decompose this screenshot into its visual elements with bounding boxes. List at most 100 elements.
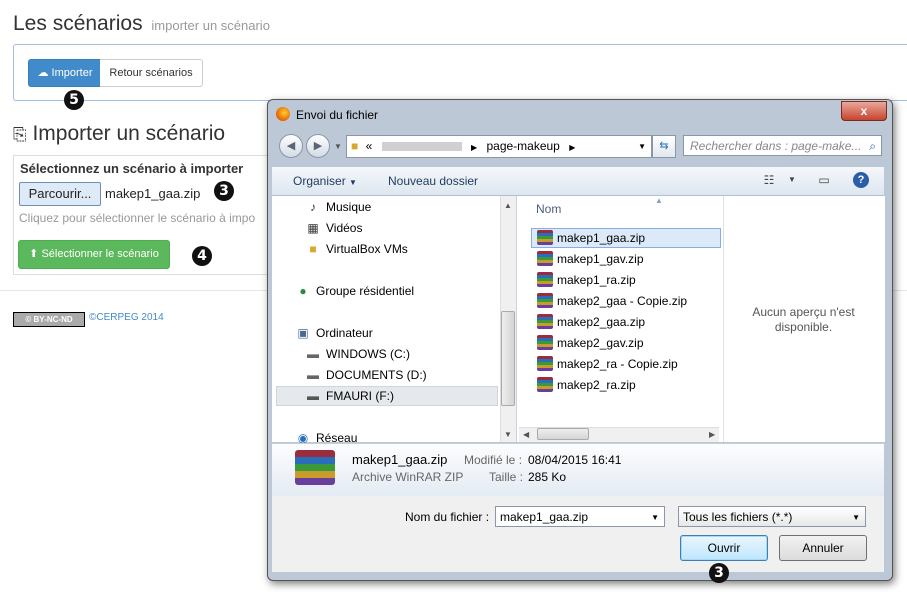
refresh-icon: ⇆ — [659, 140, 669, 152]
file-item[interactable]: makep1_ra.zip — [557, 273, 636, 287]
back-to-scenarios-button[interactable]: Retour scénarios — [100, 59, 203, 87]
tree-item-virtualbox[interactable]: VirtualBox VMs — [326, 242, 408, 256]
address-folder[interactable]: page-makeup — [486, 139, 559, 153]
organize-label: Organiser — [293, 174, 346, 188]
file-item[interactable]: makep2_gaa - Copie.zip — [557, 294, 687, 308]
file-item[interactable]: makep2_gaa.zip — [557, 315, 645, 329]
preview-message: Aucun aperçu n'est disponible. — [752, 305, 855, 334]
file-scroll-thumb[interactable] — [537, 428, 589, 440]
selected-file-name: makep1_gaa.zip — [105, 186, 201, 201]
cloud-upload-icon: ☁ — [37, 67, 49, 79]
file-type-filter-select[interactable]: Tous les fichiers (*.*) ▼ — [678, 506, 866, 527]
copyright-link[interactable]: ©CERPEG 2014 — [89, 312, 164, 323]
browse-button[interactable]: Parcourir... — [19, 182, 101, 206]
import-button[interactable]: ☁ Importer — [28, 59, 102, 87]
scroll-up-arrow-icon[interactable]: ▲ — [504, 201, 512, 210]
tree-item-videos[interactable]: Vidéos — [326, 221, 362, 235]
organize-menu[interactable]: Organiser ▼ — [293, 174, 357, 188]
step-marker-4: 4 — [192, 246, 212, 266]
winrar-archive-icon — [537, 377, 553, 392]
address-dropdown-icon[interactable]: ▼ — [638, 136, 646, 157]
search-icon: ⌕ — [869, 139, 876, 153]
help-icon[interactable]: ? — [853, 172, 869, 188]
step-marker-5: 5 — [64, 90, 84, 110]
arrow-left-icon: ◀ — [286, 140, 296, 152]
open-button[interactable]: Ouvrir — [680, 535, 768, 561]
file-item[interactable]: makep2_ra.zip — [557, 378, 636, 392]
page-subtitle: importer un scénario — [151, 18, 270, 33]
section-title-text: Importer un scénario — [32, 122, 226, 145]
file-item[interactable]: makep1_gaa.zip — [557, 231, 645, 245]
chevron-down-icon[interactable]: ▼ — [852, 507, 860, 528]
select-scenario-label: Sélectionner le scénario — [41, 248, 159, 260]
firefox-icon — [276, 107, 290, 121]
page-title-text: Les scénarios — [13, 12, 143, 35]
chevron-down-icon[interactable]: ▼ — [651, 507, 659, 528]
folder-icon: ■ — [351, 139, 359, 153]
winrar-archive-icon — [537, 314, 553, 329]
search-input[interactable]: Rechercher dans : page-make... ⌕ — [683, 135, 882, 156]
detail-size-value: 285 Ko — [528, 470, 567, 484]
tree-item-drive-f[interactable]: FMAURI (F:) — [326, 389, 394, 403]
chevron-right-icon: ▶ — [470, 143, 478, 152]
refresh-button[interactable]: ⇆ — [652, 135, 676, 158]
panel-title: Sélectionnez un scénario à importer — [20, 161, 244, 176]
import-icon: ⎘ — [13, 125, 27, 144]
winrar-archive-icon — [537, 251, 553, 266]
filename-value: makep1_gaa.zip — [500, 510, 589, 524]
filename-combobox[interactable]: makep1_gaa.zip ▼ — [495, 506, 665, 527]
chevron-down-icon: ▼ — [349, 178, 357, 187]
column-header-name[interactable]: Nom — [536, 202, 561, 216]
filter-value: Tous les fichiers (*.*) — [683, 510, 793, 524]
preview-pane-icon[interactable]: ▭ — [815, 172, 833, 188]
winrar-archive-icon — [537, 293, 553, 308]
recent-pages-dropdown-icon[interactable]: ▼ — [334, 142, 342, 151]
address-blurred-segment — [381, 142, 462, 152]
video-icon: ▦ — [307, 221, 319, 235]
cc-icon: © — [25, 315, 32, 324]
winrar-archive-large-icon — [295, 450, 335, 485]
forward-nav-button[interactable]: ▶ — [306, 134, 330, 158]
help-text: Cliquez pour sélectionner le scénario à … — [19, 211, 256, 225]
address-prefix: « — [365, 139, 373, 153]
address-bar[interactable]: ■ « ▶ page-makeup ▶ ▼ — [346, 135, 652, 158]
usb-drive-icon: ▬ — [307, 389, 319, 403]
folder-icon: ■ — [309, 242, 317, 256]
file-item[interactable]: makep2_gav.zip — [557, 336, 644, 350]
view-mode-icon[interactable]: ☷ — [760, 172, 778, 188]
tree-item-drive-c[interactable]: WINDOWS (C:) — [326, 347, 410, 361]
view-dropdown-icon[interactable]: ▼ — [783, 172, 801, 188]
detail-size-label: Taille : — [489, 470, 524, 484]
music-icon: ♪ — [310, 200, 316, 214]
nav-scroll-thumb[interactable] — [501, 311, 515, 406]
step-marker-3-dialog: 3 — [709, 563, 729, 583]
drive-icon: ▬ — [307, 347, 319, 361]
cancel-button[interactable]: Annuler — [779, 535, 867, 561]
step-marker-3: 3 — [214, 181, 234, 201]
select-scenario-button[interactable]: ⬆ Sélectionner le scénario — [18, 240, 170, 269]
sort-ascending-icon: ▲ — [655, 196, 663, 205]
arrow-right-icon: ▶ — [313, 140, 323, 152]
new-folder-button[interactable]: Nouveau dossier — [388, 174, 478, 188]
detail-file-type: Archive WinRAR ZIP — [352, 470, 464, 484]
tree-item-computer[interactable]: Ordinateur — [316, 326, 373, 340]
cc-license-badge[interactable]: © BY-NC-ND — [13, 312, 85, 327]
scroll-left-arrow-icon[interactable]: ◀ — [523, 430, 529, 439]
computer-icon: ▣ — [297, 326, 309, 340]
scroll-right-arrow-icon[interactable]: ▶ — [709, 430, 715, 439]
detail-modified-label: Modifié le : — [464, 453, 523, 467]
search-placeholder: Rechercher dans : page-make... — [690, 139, 862, 153]
back-nav-button[interactable]: ◀ — [279, 134, 303, 158]
detail-modified-value: 08/04/2015 16:41 — [528, 453, 622, 467]
tree-item-homegroup[interactable]: Groupe résidentiel — [316, 284, 414, 298]
file-item[interactable]: makep1_gav.zip — [557, 252, 644, 266]
section-title: ⎘ Importer un scénario — [13, 122, 225, 146]
tree-item-music[interactable]: Musique — [326, 200, 371, 214]
winrar-archive-icon — [537, 272, 553, 287]
file-item[interactable]: makep2_ra - Copie.zip — [557, 357, 678, 371]
drive-icon: ▬ — [307, 368, 319, 382]
scroll-down-arrow-icon[interactable]: ▼ — [504, 430, 512, 439]
tree-item-drive-d[interactable]: DOCUMENTS (D:) — [326, 368, 427, 382]
upload-icon: ⬆ — [29, 248, 39, 260]
close-button[interactable]: x — [841, 101, 887, 121]
